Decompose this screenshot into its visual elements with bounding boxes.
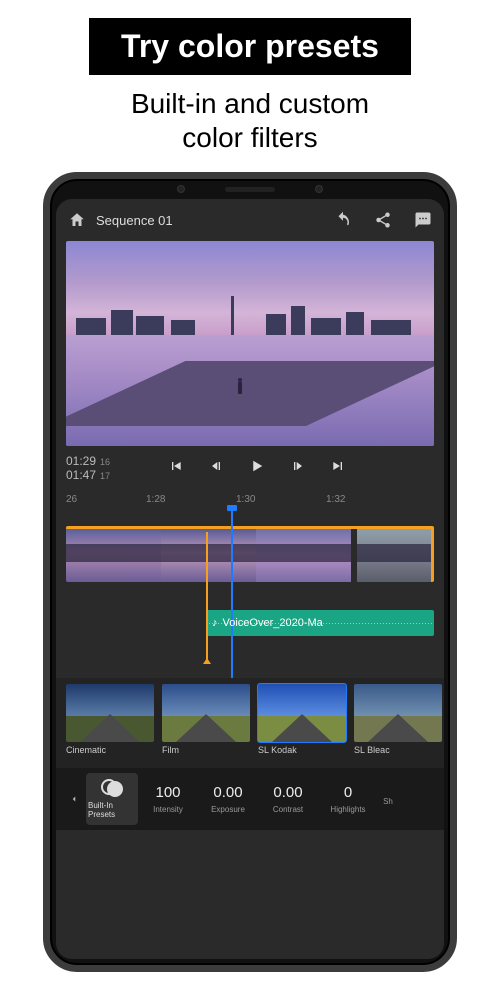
transport-controls bbox=[168, 457, 346, 480]
audio-clip-label: VoiceOver_2020-Ma bbox=[223, 617, 323, 629]
preset-label: SL Kodak bbox=[258, 745, 346, 755]
preset-cinematic[interactable]: Cinematic bbox=[66, 684, 154, 768]
param-label: Intensity bbox=[153, 805, 183, 814]
video-track[interactable] bbox=[66, 526, 434, 582]
frame-back-icon[interactable] bbox=[208, 458, 224, 479]
video-clip[interactable] bbox=[161, 529, 256, 582]
timecode-in-frames: 16 bbox=[100, 457, 110, 468]
timecode-out-frames: 17 bbox=[100, 471, 110, 482]
promo-subtitle-line2: color filters bbox=[182, 122, 317, 153]
timecodes: 01:29 16 01:47 17 bbox=[66, 454, 110, 483]
promo-subtitle-line1: Built-in and custom bbox=[131, 88, 369, 119]
app-screen: Sequence 01 01:2 bbox=[56, 199, 444, 959]
promo-banner: Try color presets bbox=[89, 18, 411, 75]
phone-notch bbox=[50, 179, 450, 199]
video-preview[interactable] bbox=[66, 241, 434, 446]
param-value: 0 bbox=[344, 784, 352, 801]
phone-frame: Sequence 01 01:2 bbox=[43, 172, 457, 972]
param-value: 100 bbox=[155, 784, 180, 801]
timeline[interactable]: ♪ VoiceOver_2020-Ma bbox=[56, 508, 444, 678]
preset-label: SL Bleac bbox=[354, 745, 442, 755]
playhead[interactable] bbox=[231, 508, 233, 678]
ruler-tick: 1:28 bbox=[146, 494, 165, 505]
param-highlights[interactable]: 0 Highlights bbox=[318, 784, 378, 814]
param-label: Exposure bbox=[211, 805, 245, 814]
param-label: Contrast bbox=[273, 805, 303, 814]
play-icon[interactable] bbox=[248, 457, 266, 480]
video-clip[interactable] bbox=[66, 529, 161, 582]
param-builtin-presets[interactable]: Built-In Presets bbox=[86, 773, 138, 825]
skip-end-icon[interactable] bbox=[330, 458, 346, 479]
preset-sl-kodak[interactable]: SL Kodak bbox=[258, 684, 346, 768]
share-icon[interactable] bbox=[374, 211, 392, 229]
topbar: Sequence 01 bbox=[56, 199, 444, 241]
playback-bar: 01:29 16 01:47 17 bbox=[56, 446, 444, 490]
ruler-tick: 1:30 bbox=[236, 494, 255, 505]
param-value: 0.00 bbox=[273, 784, 302, 801]
preset-strip: Cinematic Film SL Kodak SL Bleac bbox=[56, 678, 444, 768]
timecode-out: 01:47 bbox=[66, 468, 96, 482]
skip-start-icon[interactable] bbox=[168, 458, 184, 479]
audio-track[interactable]: ♪ VoiceOver_2020-Ma bbox=[206, 610, 434, 636]
ruler-tick: 1:32 bbox=[326, 494, 345, 505]
comment-icon[interactable] bbox=[414, 211, 432, 229]
param-shadows-partial[interactable]: Sh bbox=[378, 793, 398, 806]
promo-subtitle: Built-in and custom color filters bbox=[131, 87, 369, 154]
frame-forward-icon[interactable] bbox=[290, 458, 306, 479]
clip-edge-handle[interactable] bbox=[206, 532, 208, 660]
preset-sl-bleach[interactable]: SL Bleac bbox=[354, 684, 442, 768]
preset-label: Cinematic bbox=[66, 745, 154, 755]
undo-icon[interactable] bbox=[334, 211, 352, 229]
param-contrast[interactable]: 0.00 Contrast bbox=[258, 784, 318, 814]
timecode-in: 01:29 bbox=[66, 454, 96, 468]
param-label: Highlights bbox=[330, 805, 365, 814]
ruler-tick: 26 bbox=[66, 494, 77, 505]
sequence-title[interactable]: Sequence 01 bbox=[96, 213, 173, 228]
presets-icon bbox=[101, 779, 123, 797]
param-label: Sh bbox=[383, 797, 393, 806]
param-value: 0.00 bbox=[213, 784, 242, 801]
home-icon[interactable] bbox=[68, 211, 86, 229]
bottom-params: Built-In Presets 100 Intensity 0.00 Expo… bbox=[56, 768, 444, 830]
param-intensity[interactable]: 100 Intensity bbox=[138, 784, 198, 814]
preset-label: Film bbox=[162, 745, 250, 755]
param-label: Built-In Presets bbox=[88, 801, 136, 819]
video-clip[interactable] bbox=[256, 529, 351, 582]
param-exposure[interactable]: 0.00 Exposure bbox=[198, 784, 258, 814]
back-chevron-icon[interactable] bbox=[62, 792, 86, 806]
preset-film[interactable]: Film bbox=[162, 684, 250, 768]
video-clip[interactable] bbox=[355, 529, 431, 582]
timeline-ruler[interactable]: 26 1:28 1:30 1:32 bbox=[56, 490, 444, 508]
music-note-icon: ♪ bbox=[212, 617, 218, 629]
